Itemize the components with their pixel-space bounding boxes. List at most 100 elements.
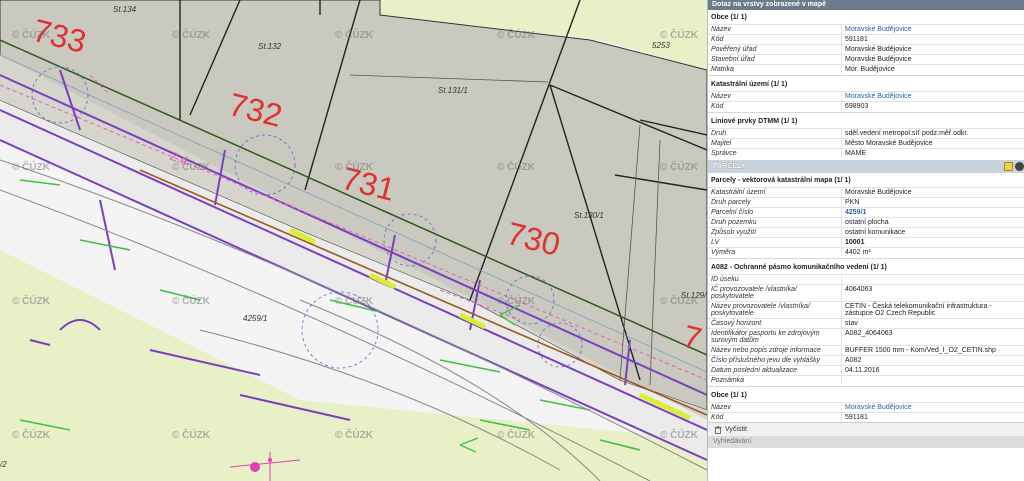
search-footer-bar[interactable]: Vyhledávání: [708, 436, 1024, 448]
group-title-a082: A082 - Ochranné pásmo komunikačního vede…: [711, 264, 887, 271]
trash-icon: [714, 425, 722, 434]
section-bar-parcely[interactable]: PARCELY: [708, 160, 1024, 173]
dtmm-table: Druh sděl.vedení metropol.síť podz.měř.od…: [708, 128, 1024, 158]
row-value: 10001: [841, 238, 1024, 247]
map-parcel-st131: St.131/1: [438, 86, 468, 95]
settings-icon[interactable]: [1015, 162, 1024, 171]
row-value: Město Moravské Budějovice: [841, 139, 1024, 148]
row-value-link[interactable]: Moravské Budějovice: [841, 25, 1024, 34]
group-title-obce-2: Obce (1/ 1): [711, 392, 747, 399]
map-canvas[interactable]: 733 732 731 730 7 St.134 St.132 St.131/1…: [0, 0, 707, 481]
map-graphics: [0, 0, 707, 481]
row-key: Druh parcely: [711, 199, 751, 206]
row-value: 4402 m²: [841, 248, 1024, 257]
table-row: LV 10001: [708, 237, 1024, 247]
map-parcel-2: /2: [0, 460, 7, 469]
watermark: © ČÚZK: [12, 30, 50, 41]
table-row: Druh pozemku ostatní plocha: [708, 217, 1024, 227]
watermark: © ČÚZK: [172, 30, 210, 41]
table-row: Parcelní číslo 4259/1: [708, 207, 1024, 217]
row-value-link[interactable]: Moravské Budějovice: [841, 92, 1024, 101]
row-key: Způsob využití: [711, 229, 757, 236]
watermark: © ČÚZK: [335, 430, 373, 441]
row-value: Moravské Budějovice: [841, 188, 1024, 197]
section-bar-label: PARCELY: [713, 163, 746, 170]
row-value: 4064063: [841, 285, 1024, 301]
row-key: IČ provozovatele /vlastníka/ poskytovate…: [711, 286, 797, 300]
watermark: © ČÚZK: [660, 430, 698, 441]
map-parcel-st130: St.130/1: [574, 211, 604, 220]
table-row: Pověřený úřad Moravské Budějovice: [708, 44, 1024, 54]
row-key: Výměra: [711, 249, 736, 256]
watermark: © ČÚZK: [660, 296, 698, 307]
map-parcel-5253: 5253: [652, 41, 670, 50]
row-key: Datum poslední aktualizace: [711, 367, 797, 374]
row-value: [841, 275, 1024, 284]
table-row: Katastrální území Moravské Budějovice: [708, 187, 1024, 197]
table-row: ID úseku: [708, 274, 1024, 284]
query-panel: Dotaz na vrstvy zobrazené v mapě Obce (1…: [707, 0, 1024, 481]
row-value: PKN: [841, 198, 1024, 207]
row-value: stav: [841, 319, 1024, 328]
table-row: Název provozovatele /vlastníka/ poskytov…: [708, 301, 1024, 318]
group-title-obce: Obce (1/ 1): [711, 14, 747, 21]
row-key: Název: [711, 26, 731, 33]
table-row: Poznámka: [708, 375, 1024, 385]
clear-button[interactable]: Vyčistit: [708, 422, 1024, 436]
table-row: Majitel Město Moravské Budějovice: [708, 138, 1024, 148]
row-key: Matrika: [711, 66, 734, 73]
row-key: Název: [711, 404, 731, 411]
row-key: Poznámka: [711, 377, 745, 384]
row-key: Časový horizont: [711, 320, 762, 327]
map-parcel-4259-1: 4259/1: [243, 314, 268, 323]
table-row: Matrika Mor. Budějovice: [708, 64, 1024, 74]
table-row: Výměra 4402 m²: [708, 247, 1024, 257]
watermark: © ČÚZK: [12, 296, 50, 307]
watermark: © ČÚZK: [497, 162, 535, 173]
row-value: CETIN - Česká telekomunikační infrastruk…: [841, 302, 1024, 318]
watermark: © ČÚZK: [12, 162, 50, 173]
ku-table: Název Moravské Budějovice Kód 698903: [708, 91, 1024, 111]
table-row: Název Moravské Budějovice: [708, 24, 1024, 34]
table-row: Stavební úřad Moravské Budějovice: [708, 54, 1024, 64]
row-key: Název: [711, 93, 731, 100]
row-value: BUFFER 1500 mm - Kom/Ved_I_O2_CETIN.shp: [841, 346, 1024, 355]
row-key: ID úseku: [711, 276, 739, 283]
obce2-table: Název Moravské Budějovice Kód 591181: [708, 402, 1024, 422]
table-row: IČ provozovatele /vlastníka/ poskytovate…: [708, 284, 1024, 301]
table-row: Druh sděl.vedení metropol.síť podz.měř.od…: [708, 128, 1024, 138]
row-value: Mor. Budějovice: [841, 65, 1024, 74]
row-key: Majitel: [711, 140, 732, 147]
watermark: © ČÚZK: [172, 430, 210, 441]
watermark: © ČÚZK: [172, 162, 210, 173]
watermark: © ČÚZK: [660, 162, 698, 173]
parcely-table: Katastrální území Moravské Budějovice Dru…: [708, 187, 1024, 257]
row-key: Katastrální území: [711, 189, 766, 196]
row-value-link[interactable]: Moravské Budějovice: [841, 403, 1024, 412]
row-key: Druh pozemku: [711, 219, 757, 226]
row-key: Identifikátor pasportu ke zdrojovým suro…: [711, 330, 820, 344]
table-row: Kód 698903: [708, 101, 1024, 111]
row-key: LV: [711, 239, 720, 246]
watermark: © ČÚZK: [335, 30, 373, 41]
panel-title: Dotaz na vrstvy zobrazené v mapě: [708, 0, 1024, 10]
table-row: Název Moravské Budějovice: [708, 402, 1024, 412]
watermark: © ČÚZK: [497, 296, 535, 307]
watermark: © ČÚZK: [12, 430, 50, 441]
watermark: © ČÚZK: [497, 30, 535, 41]
row-key: Parcelní číslo: [711, 209, 754, 216]
row-value: 591181: [841, 35, 1024, 44]
table-row: Druh parcely PKN: [708, 197, 1024, 207]
row-value-link[interactable]: 4259/1: [841, 208, 1024, 217]
watermark: © ČÚZK: [660, 30, 698, 41]
watermark: © ČÚZK: [497, 430, 535, 441]
watermark: © ČÚZK: [172, 296, 210, 307]
watermark: © ČÚZK: [335, 162, 373, 173]
row-value: 04.11.2016: [841, 366, 1024, 375]
row-key: Kód: [711, 414, 724, 421]
row-value: [841, 376, 1024, 385]
collapse-icon[interactable]: [1004, 162, 1013, 171]
row-value: A082: [841, 356, 1024, 365]
row-value: sděl.vedení metropol.síť podz.měř.odkr.: [841, 129, 1024, 138]
map-parcel-st134: St.134: [113, 5, 137, 14]
